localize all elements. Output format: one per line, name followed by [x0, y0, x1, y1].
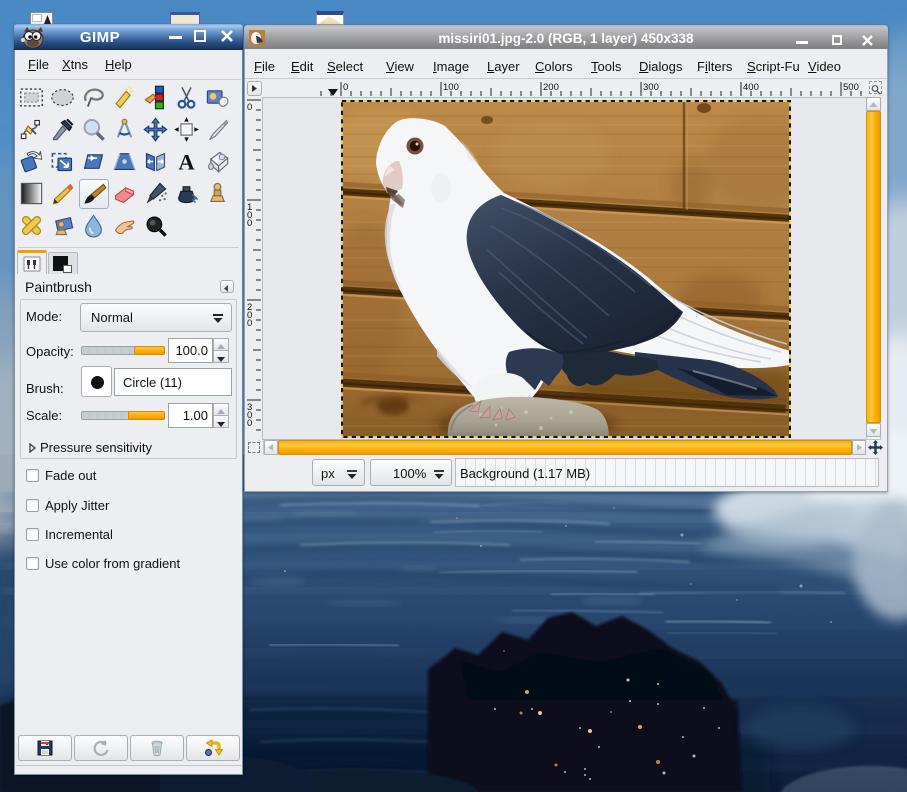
svg-text:A: A	[178, 149, 195, 174]
svg-text:0: 0	[247, 102, 252, 113]
svg-text:500: 500	[843, 82, 859, 93]
svg-text:0: 0	[247, 218, 252, 229]
svg-text:0: 0	[343, 82, 348, 93]
svg-text:400: 400	[743, 82, 759, 93]
svg-text:300: 300	[643, 82, 659, 93]
svg-text:200: 200	[543, 82, 559, 93]
svg-text:100: 100	[443, 82, 459, 93]
svg-text:0: 0	[247, 318, 252, 329]
svg-text:0: 0	[247, 418, 252, 429]
